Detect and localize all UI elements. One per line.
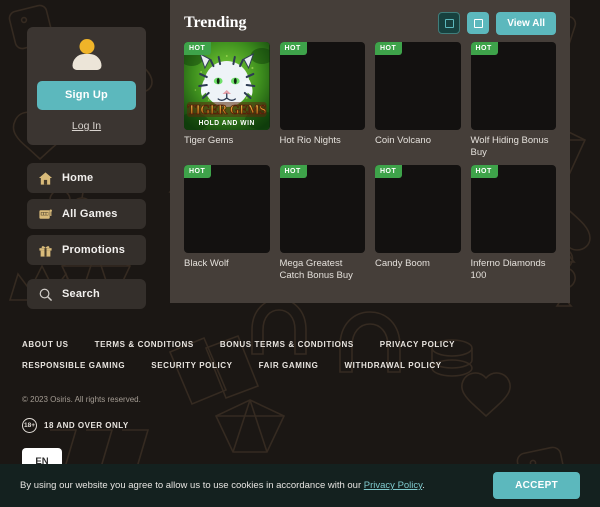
copyright-text: © 2023 Osiris. All rights reserved.	[22, 395, 141, 404]
game-title: Mega Greatest Catch Bonus Buy	[279, 258, 353, 281]
hot-badge: HOT	[279, 42, 307, 55]
footer-link-responsible-gaming[interactable]: RESPONSIBLE GAMING	[22, 361, 125, 370]
cookie-text-after: .	[422, 480, 425, 491]
game-title: Tiger Gems	[184, 135, 234, 146]
footer-link-bonus-terms[interactable]: BONUS TERMS & CONDITIONS	[220, 340, 354, 349]
footer-link-about-us[interactable]: ABOUT US	[22, 340, 69, 349]
game-thumbnail[interactable]: HOT	[279, 165, 365, 253]
game-card[interactable]: HOT Wolf Hiding Bonus Buy	[470, 42, 556, 159]
game-thumbnail[interactable]: HOT	[184, 165, 270, 253]
privacy-policy-link[interactable]: Privacy Policy	[364, 480, 422, 491]
game-card[interactable]: HOT Candy Boom	[375, 165, 461, 282]
game-title: Coin Volcano	[375, 135, 431, 146]
hot-badge: HOT	[470, 42, 498, 55]
hot-badge: HOT	[375, 165, 403, 178]
page-title: Trending	[184, 14, 247, 31]
sidebar-item-label: Home	[62, 172, 94, 184]
sidebar-item-label: All Games	[62, 208, 118, 220]
hot-badge: HOT	[184, 42, 212, 55]
age-18-plus-icon: 18+	[22, 418, 37, 433]
sidebar-item-search[interactable]: Search	[27, 279, 146, 309]
trending-panel: Trending View All TIGER GEMS HOLD AND WI…	[170, 0, 570, 303]
game-card[interactable]: HOT Mega Greatest Catch Bonus Buy	[279, 165, 365, 282]
slot-machine-icon	[38, 207, 53, 222]
game-thumbnail[interactable]: HOT	[279, 42, 365, 130]
sidebar-item-label: Search	[62, 288, 100, 300]
game-card[interactable]: TIGER GEMS HOLD AND WIN HOT Tiger Gems	[184, 42, 270, 159]
footer-link-fair-gaming[interactable]: FAIR GAMING	[259, 361, 319, 370]
game-thumbnail[interactable]: HOT	[375, 165, 461, 253]
gift-icon	[38, 243, 53, 258]
sign-up-button[interactable]: Sign Up	[37, 81, 136, 110]
sidebar-item-all-games[interactable]: All Games	[27, 199, 146, 229]
svg-text:TIGER GEMS: TIGER GEMS	[188, 102, 267, 117]
cookie-consent-bar: By using our website you agree to allow …	[0, 464, 600, 507]
search-icon	[38, 287, 53, 302]
game-title: Candy Boom	[375, 258, 430, 269]
game-title: Wolf Hiding Bonus Buy	[470, 135, 549, 158]
game-thumbnail[interactable]: HOT	[470, 165, 556, 253]
hot-badge: HOT	[470, 165, 498, 178]
cookie-consent-text: By using our website you agree to allow …	[20, 480, 493, 491]
sidebar-nav: Home All Games Promotions Search	[27, 163, 146, 309]
game-title: Inferno Diamonds 100	[470, 258, 546, 281]
game-thumbnail[interactable]: HOT	[375, 42, 461, 130]
sidebar-item-home[interactable]: Home	[27, 163, 146, 193]
game-card[interactable]: HOT Black Wolf	[184, 165, 270, 282]
home-icon	[38, 171, 53, 186]
game-grid: TIGER GEMS HOLD AND WIN HOT Tiger Gems H…	[184, 42, 556, 282]
sidebar-item-promotions[interactable]: Promotions	[27, 235, 146, 265]
sidebar-item-label: Promotions	[62, 244, 126, 256]
grid-large-icon[interactable]	[467, 12, 490, 34]
tiger-gems-artwork: TIGER GEMS HOLD AND WIN	[184, 42, 270, 130]
view-all-button[interactable]: View All	[496, 11, 556, 35]
trending-header: Trending View All	[184, 8, 556, 38]
age-restriction-label: 18 AND OVER ONLY	[44, 421, 129, 430]
footer-link-privacy-policy[interactable]: PRIVACY POLICY	[380, 340, 455, 349]
game-thumbnail[interactable]: TIGER GEMS HOLD AND WIN HOT	[184, 42, 270, 130]
footer-link-security-policy[interactable]: SECURITY POLICY	[151, 361, 232, 370]
hot-badge: HOT	[375, 42, 403, 55]
game-card[interactable]: HOT Hot Rio Nights	[279, 42, 365, 159]
hot-badge: HOT	[279, 165, 307, 178]
game-title: Hot Rio Nights	[279, 135, 341, 146]
footer: ABOUT US TERMS & CONDITIONS BONUS TERMS …	[0, 320, 600, 433]
footer-link-withdrawal-policy[interactable]: WITHDRAWAL POLICY	[345, 361, 442, 370]
page-root: Sign Up Log In Home All Games Promotions…	[0, 0, 600, 507]
hot-badge: HOT	[184, 165, 212, 178]
age-restriction: 18+ 18 AND OVER ONLY	[22, 418, 578, 433]
game-thumbnail[interactable]: HOT	[470, 42, 556, 130]
accept-cookies-button[interactable]: ACCEPT	[493, 472, 580, 499]
header-controls: View All	[438, 11, 556, 35]
user-avatar-icon	[69, 39, 105, 73]
grid-small-icon[interactable]	[438, 12, 461, 34]
svg-text:HOLD AND WIN: HOLD AND WIN	[199, 120, 255, 127]
game-card[interactable]: HOT Inferno Diamonds 100	[470, 165, 556, 282]
log-in-link[interactable]: Log In	[72, 120, 101, 132]
account-box: Sign Up Log In	[27, 27, 146, 145]
footer-links: ABOUT US TERMS & CONDITIONS BONUS TERMS …	[22, 340, 562, 370]
game-title: Black Wolf	[184, 258, 229, 269]
sidebar: Sign Up Log In Home All Games Promotions…	[27, 27, 146, 315]
cookie-text-before: By using our website you agree to allow …	[20, 480, 364, 491]
game-card[interactable]: HOT Coin Volcano	[375, 42, 461, 159]
footer-link-terms[interactable]: TERMS & CONDITIONS	[95, 340, 194, 349]
